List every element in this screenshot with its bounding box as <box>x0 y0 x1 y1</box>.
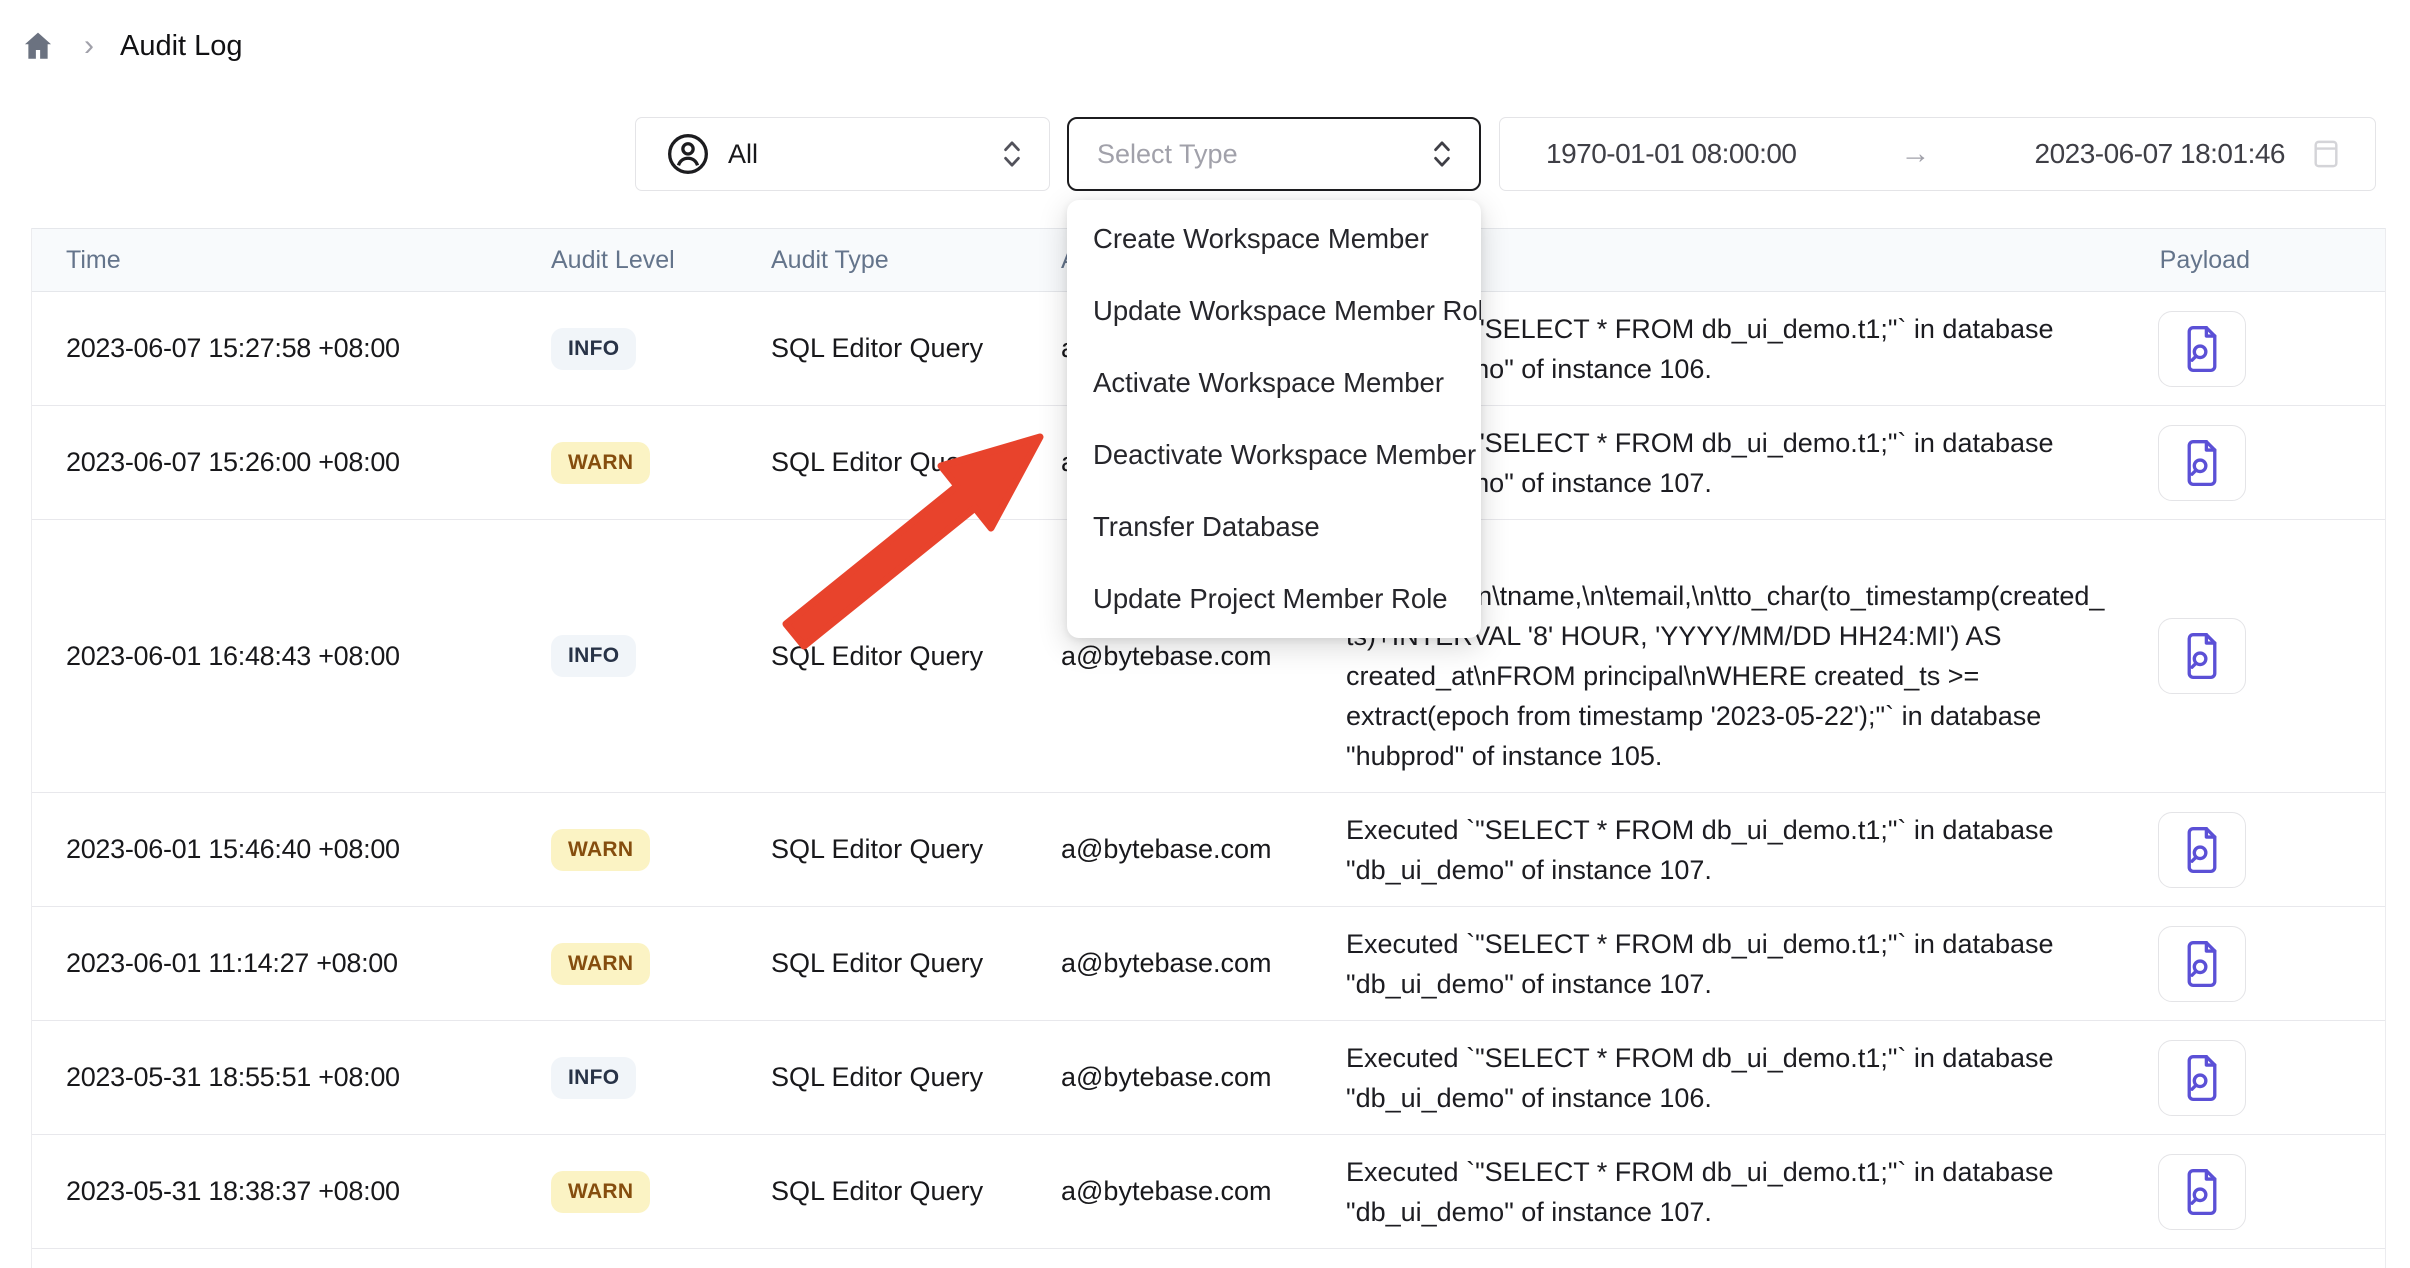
column-header-audit-level: Audit Level <box>551 246 771 275</box>
audit-level-cell: WARN <box>551 943 771 985</box>
date-range-end: 2023-06-07 18:01:46 <box>2035 138 2286 170</box>
payload-button[interactable] <box>2158 812 2246 888</box>
type-menu-item[interactable]: Transfer Database <box>1067 491 1481 563</box>
user-circle-icon <box>666 132 710 176</box>
page-title: Audit Log <box>120 30 243 63</box>
file-search-icon <box>2181 939 2223 989</box>
filter-bar: All Select Type 1970-01-01 08:00:00 → 20… <box>0 117 2410 191</box>
arrow-right-icon: → <box>1797 137 2035 171</box>
type-filter-select[interactable]: Select Type <box>1067 117 1481 191</box>
audit-type-cell: SQL Editor Query <box>771 1176 1061 1207</box>
file-search-icon <box>2181 825 2223 875</box>
table-row: 2023-06-01 11:14:27 +08:00 WARN SQL Edit… <box>32 907 2385 1021</box>
type-menu-item[interactable]: Update Project Member Role <box>1067 563 1481 635</box>
column-header-time: Time <box>32 246 551 275</box>
audit-type-cell: SQL Editor Query <box>771 447 1061 478</box>
comment-cell: Executed `"SELECT * FROM db_ui_demo.t1;"… <box>1346 1022 2131 1134</box>
calendar-icon <box>2311 137 2341 171</box>
actor-cell: a@bytebase.com <box>1061 1062 1346 1093</box>
audit-type-cell: SQL Editor Query <box>771 333 1061 364</box>
column-header-payload: Payload <box>2131 246 2385 275</box>
payload-button[interactable] <box>2158 926 2246 1002</box>
type-menu-item[interactable]: Activate Workspace Member <box>1067 347 1481 419</box>
table-row: 2023-05-31 18:38:37 +08:00 WARN SQL Edit… <box>32 1135 2385 1249</box>
breadcrumb: › Audit Log <box>18 24 243 68</box>
comment-cell: Executed `"SELECT * FROM db_ui_demo.t1;"… <box>1346 1136 2131 1248</box>
file-search-icon <box>2181 1053 2223 1103</box>
file-search-icon <box>2181 438 2223 488</box>
actor-filter-select[interactable]: All <box>635 117 1050 191</box>
type-filter-dropdown-menu: Create Workspace MemberUpdate Workspace … <box>1067 200 1481 638</box>
payload-button[interactable] <box>2158 1040 2246 1116</box>
file-search-icon <box>2181 631 2223 681</box>
payload-button[interactable] <box>2158 618 2246 694</box>
audit-level-badge: WARN <box>551 1171 650 1213</box>
time-cell: 2023-06-01 15:46:40 +08:00 <box>32 834 551 865</box>
date-range-picker[interactable]: 1970-01-01 08:00:00 → 2023-06-07 18:01:4… <box>1499 117 2376 191</box>
audit-level-badge: WARN <box>551 442 650 484</box>
time-cell: 2023-06-01 16:48:43 +08:00 <box>32 641 551 672</box>
file-search-icon <box>2181 1167 2223 1217</box>
home-icon[interactable] <box>18 26 58 66</box>
actor-cell: a@bytebase.com <box>1061 641 1346 672</box>
audit-type-cell: SQL Editor Query <box>771 834 1061 865</box>
audit-type-cell: SQL Editor Query <box>771 641 1061 672</box>
date-range-start: 1970-01-01 08:00:00 <box>1546 138 1797 170</box>
audit-level-cell: INFO <box>551 1057 771 1099</box>
audit-level-cell: WARN <box>551 442 771 484</box>
actor-filter-value: All <box>728 139 999 170</box>
audit-level-cell: WARN <box>551 1171 771 1213</box>
type-filter-placeholder: Select Type <box>1097 139 1429 170</box>
time-cell: 2023-06-07 15:26:00 +08:00 <box>32 447 551 478</box>
payload-button[interactable] <box>2158 311 2246 387</box>
payload-button[interactable] <box>2158 425 2246 501</box>
audit-type-cell: SQL Editor Query <box>771 1062 1061 1093</box>
time-cell: 2023-05-31 18:55:51 +08:00 <box>32 1062 551 1093</box>
audit-level-badge: INFO <box>551 635 636 677</box>
audit-level-badge: WARN <box>551 829 650 871</box>
audit-level-cell: WARN <box>551 829 771 871</box>
table-row: 2023-05-31 18:55:51 +08:00 INFO SQL Edit… <box>32 1021 2385 1135</box>
type-menu-item[interactable]: Create Workspace Member <box>1067 203 1481 275</box>
column-header-audit-type: Audit Type <box>771 246 1061 275</box>
actor-cell: a@bytebase.com <box>1061 834 1346 865</box>
chevron-up-down-icon <box>999 138 1025 170</box>
comment-cell: Executed `"SELECT * FROM db_ui_demo.t1;"… <box>1346 908 2131 1020</box>
audit-level-badge: INFO <box>551 1057 636 1099</box>
audit-level-badge: INFO <box>551 328 636 370</box>
chevron-up-down-icon <box>1429 138 1455 170</box>
actor-cell: a@bytebase.com <box>1061 1176 1346 1207</box>
comment-cell: Executed `"SELECT * FROM db_ui_demo.t1;"… <box>1346 794 2131 906</box>
type-menu-item[interactable]: Deactivate Workspace Member <box>1067 419 1481 491</box>
time-cell: 2023-06-07 15:27:58 +08:00 <box>32 333 551 364</box>
payload-button[interactable] <box>2158 1154 2246 1230</box>
actor-cell: a@bytebase.com <box>1061 948 1346 979</box>
audit-level-cell: INFO <box>551 328 771 370</box>
audit-level-cell: INFO <box>551 635 771 677</box>
file-search-icon <box>2181 324 2223 374</box>
audit-level-badge: WARN <box>551 943 650 985</box>
breadcrumb-separator-icon: › <box>84 29 94 63</box>
time-cell: 2023-05-31 18:38:37 +08:00 <box>32 1176 551 1207</box>
time-cell: 2023-06-01 11:14:27 +08:00 <box>32 948 551 979</box>
audit-type-cell: SQL Editor Query <box>771 948 1061 979</box>
table-row: 2023-06-01 15:46:40 +08:00 WARN SQL Edit… <box>32 793 2385 907</box>
type-menu-item[interactable]: Update Workspace Member Role <box>1067 275 1481 347</box>
